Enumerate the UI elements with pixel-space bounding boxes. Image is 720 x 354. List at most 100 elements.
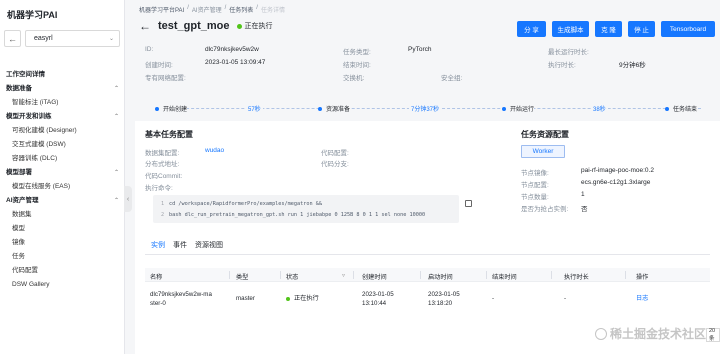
progress-timeline: 开始创建 57秒 资源准备 7分钟37秒 开始运行 38秒 任务结束: [155, 104, 710, 114]
sidebar-group-deploy[interactable]: 模型部署 ⌃: [0, 166, 125, 180]
filter-icon[interactable]: ▿: [342, 272, 345, 279]
chevron-up-icon: ⌃: [113, 170, 119, 176]
sidebar-item-datasets[interactable]: 数据集: [0, 208, 125, 222]
worker-tag[interactable]: Worker: [521, 145, 565, 158]
instance-type: master: [236, 295, 255, 302]
mount-label: 分布式地址:: [145, 161, 180, 168]
breadcrumb-separator: /: [187, 5, 189, 11]
step-label: 开始运行: [510, 107, 535, 113]
generate-script-button[interactable]: 生成脚本: [552, 21, 589, 37]
column-divider: [625, 271, 626, 279]
title-row: ← test_gpt_moe 正在执行: [139, 19, 273, 33]
table-row: dlc79nksjkev5w2w-ma ster-0 master 正在执行 20…: [145, 282, 710, 316]
timeline-duration: 38秒: [591, 104, 608, 113]
workspace-row: ← easyrl ⌄: [4, 29, 120, 48]
timeline-duration: 7分钟37秒: [409, 104, 442, 113]
command-label: 执行命令:: [145, 185, 173, 192]
detail-tabs: 实例 事件 资源视图: [151, 240, 223, 255]
switch-label: 交换机:: [343, 75, 365, 82]
preempt-label: 是否为抢占实例:: [521, 206, 569, 213]
branch-label: 代码分支:: [321, 161, 349, 168]
column-divider: [353, 271, 354, 279]
sidebar-group-dev[interactable]: 模型开发和训练 ⌃: [0, 110, 125, 124]
step-dot: [155, 106, 159, 111]
sidebar-item-gallery[interactable]: DSW Gallery: [0, 278, 125, 292]
table-header: 名称 类型 状态 ▿ 创建时间 启动时间 结束时间 执行时长 操作: [145, 268, 710, 282]
id-value: dlc79nksjkev5w2w: [205, 46, 259, 53]
step-label: 开始创建: [163, 107, 188, 113]
page-size-select[interactable]: 20 条: [706, 328, 720, 342]
arrow-left-icon[interactable]: ←: [139, 19, 151, 33]
status-text: 正在执行: [294, 295, 319, 302]
tab-events[interactable]: 事件: [173, 240, 187, 255]
status-text: 正在执行: [244, 23, 273, 30]
breadcrumb: 机器学习平台PAI / AI资产管理 / 任务列表 / 任务详情: [139, 5, 285, 14]
type-label: 任务类型:: [343, 49, 371, 56]
duration-value: 9分钟6秒: [619, 62, 646, 69]
resource-config-title: 任务资源配置: [521, 130, 569, 139]
dataset-link[interactable]: wudao: [205, 147, 224, 154]
column-header: 状态: [286, 274, 299, 281]
page-title: test_gpt_moe: [158, 20, 230, 32]
watermark-logo-icon: [594, 327, 607, 340]
duration-label: 执行时长:: [548, 62, 576, 69]
group-label: 数据准备: [6, 85, 32, 92]
tensorboard-button[interactable]: Tensorboard: [661, 21, 715, 37]
breadcrumb-item[interactable]: AI资产管理: [192, 5, 222, 14]
sidebar-item-dsw[interactable]: 交互式建模 (DSW): [0, 138, 125, 152]
basic-config-title: 基本任务配置: [145, 130, 193, 139]
chevron-down-icon: ⌄: [108, 36, 114, 42]
share-button[interactable]: 分 享: [517, 21, 546, 37]
column-divider: [486, 271, 487, 279]
instance-started: 2023-01-05 13:18:20: [428, 290, 460, 308]
column-header: 创建时间: [362, 274, 387, 281]
group-label: 模型部署: [6, 169, 32, 176]
command-code-block: 1 cd /workspace/RapidformerPro/examples/…: [153, 195, 459, 223]
clone-button[interactable]: 克 隆: [595, 21, 622, 37]
sidebar-item-overview[interactable]: 工作空间详情: [0, 68, 125, 82]
sidebar-item-eas[interactable]: 模型在线服务 (EAS): [0, 180, 125, 194]
status-badge: 正在执行: [236, 21, 273, 31]
chevron-left-icon: ‹: [126, 195, 130, 203]
instance-created: 2023-01-05 13:10:44: [362, 290, 394, 308]
sidebar-item-dlc[interactable]: 容器训练 (DLC): [0, 152, 125, 166]
vpc-label: 专有网络配置:: [145, 75, 186, 82]
sidebar-item-images[interactable]: 镜像: [0, 236, 125, 250]
sidebar-collapse-toggle[interactable]: ‹: [124, 186, 132, 212]
column-header: 名称: [150, 274, 163, 281]
instances-table: 名称 类型 状态 ▿ 创建时间 启动时间 结束时间 执行时长 操作 dlc79n…: [145, 268, 710, 316]
column-header: 启动时间: [428, 274, 453, 281]
sidebar-group-assets[interactable]: AI资产管理 ⌃: [0, 194, 125, 208]
sidebar-item-models[interactable]: 模型: [0, 222, 125, 236]
sidebar-group-data[interactable]: 数据准备 ⌃: [0, 82, 125, 96]
workspace-select[interactable]: easyrl ⌄: [25, 30, 120, 47]
back-button[interactable]: ←: [4, 30, 21, 47]
instance-name: dlc79nksjkev5w2w-ma ster-0: [150, 290, 212, 308]
logs-link[interactable]: 日志: [636, 294, 648, 303]
timeline-duration: 57秒: [246, 104, 263, 113]
stop-button[interactable]: 停 止: [628, 21, 655, 37]
breadcrumb-item[interactable]: 任务列表: [229, 5, 253, 14]
sidebar-item-itag[interactable]: 智能标注 (iTAG): [0, 96, 125, 110]
tab-instances[interactable]: 实例: [151, 240, 165, 255]
timeline-step: 开始运行: [502, 104, 535, 113]
breadcrumb-separator: /: [224, 5, 227, 11]
sidebar: 机器学习PAI ← easyrl ⌄ 工作空间详情 数据准备 ⌃ 智能标注 (iT…: [0, 0, 125, 354]
step-dot: [502, 106, 506, 111]
sidebar-item-code[interactable]: 代码配置: [0, 264, 125, 278]
column-header: 类型: [236, 274, 249, 281]
tab-resource-view[interactable]: 资源视图: [195, 240, 223, 255]
date-text: 2023-01-05: [362, 291, 394, 298]
group-label: AI资产管理: [6, 197, 39, 204]
chevron-up-icon: ⌃: [113, 198, 119, 204]
workspace-name: easyrl: [34, 35, 53, 42]
sidebar-item-jobs[interactable]: 任务: [0, 250, 125, 264]
sidebar-item-designer[interactable]: 可视化建模 (Designer): [0, 124, 125, 138]
breadcrumb-item[interactable]: 机器学习平台PAI: [139, 5, 184, 14]
timeline-step: 任务结束: [665, 104, 698, 113]
instance-name-line: ster-0: [150, 300, 166, 307]
count-label: 节点数量:: [521, 194, 549, 201]
group-label: 模型开发和训练: [6, 113, 52, 120]
copy-icon[interactable]: [465, 200, 472, 207]
timeline-step: 资源准备: [318, 104, 351, 113]
